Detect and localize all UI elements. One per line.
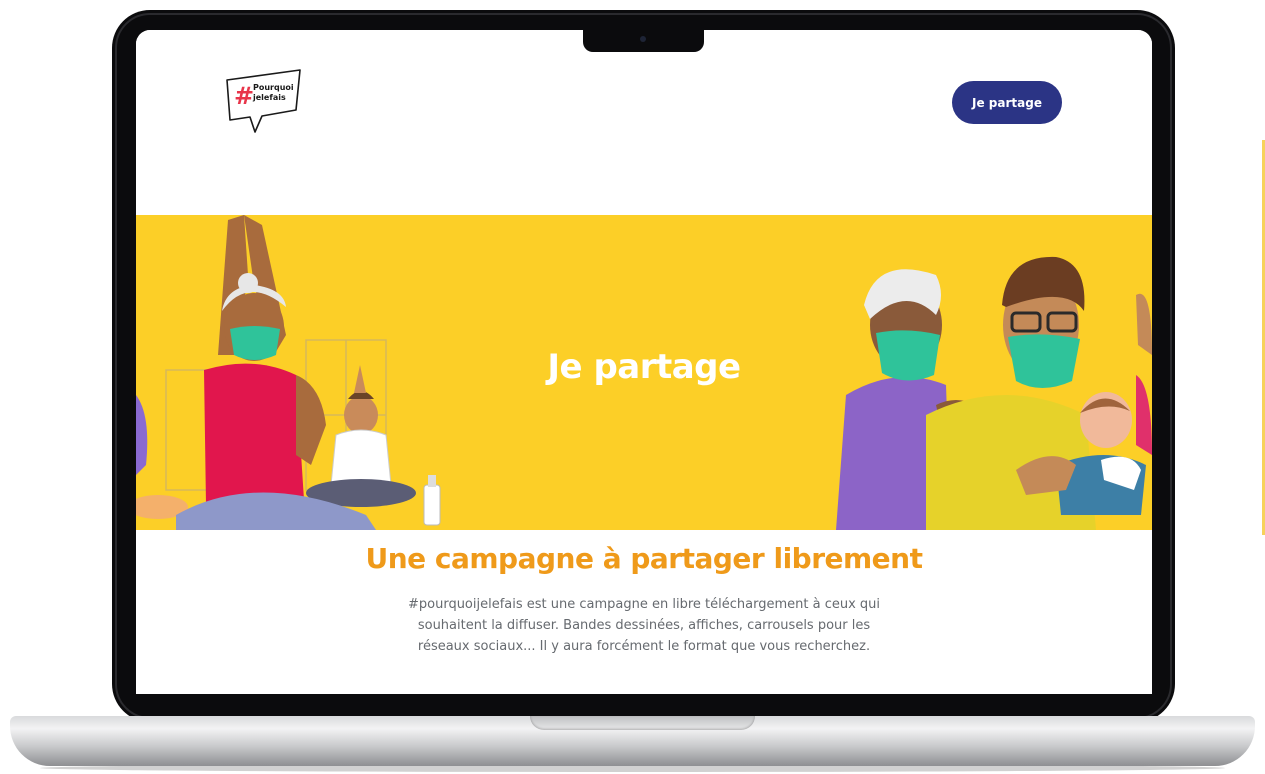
- intro-title: Une campagne à partager librement: [365, 542, 923, 575]
- laptop-mockup: # Pourquoi jelefais Je partage Je partag…: [0, 0, 1265, 774]
- logo-hash: #: [234, 82, 254, 110]
- camera-icon: [640, 36, 646, 42]
- site-header: # Pourquoi jelefais Je partage: [136, 30, 1152, 215]
- pourquoijelefais-logo[interactable]: # Pourquoi jelefais: [224, 66, 304, 134]
- hero-banner: Je partage: [136, 215, 1152, 530]
- logo-word-2: jelefais: [252, 93, 286, 102]
- camera-notch: [583, 30, 704, 52]
- intro-text: #pourquoijelefais est une campagne en li…: [407, 597, 881, 654]
- intro-section: Une campagne à partager librement #pourq…: [136, 530, 1152, 694]
- laptop-screen: # Pourquoi jelefais Je partage Je partag…: [136, 30, 1152, 694]
- share-button[interactable]: Je partage: [952, 81, 1062, 124]
- laptop-bezel-bottom: [136, 694, 1152, 708]
- logo-word-1: Pourquoi: [253, 83, 294, 92]
- family-illustration: [836, 256, 1152, 530]
- laptop-opening-groove: [530, 716, 755, 730]
